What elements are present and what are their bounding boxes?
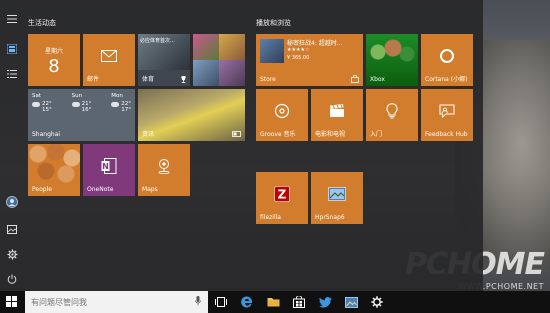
store-taskbar-icon[interactable] <box>292 295 306 309</box>
groove-music-icon <box>274 103 290 118</box>
calendar-weekday: 星期六 <box>44 48 63 55</box>
forecast-day-2-name: Sun <box>71 93 83 99</box>
all-apps-list-icon[interactable] <box>3 65 21 83</box>
hamburger-menu-icon[interactable] <box>3 10 21 28</box>
news-tile[interactable]: 资讯 <box>138 89 245 141</box>
hprsnap-tile-label: HprSnap6 <box>315 214 345 221</box>
shopping-bag-icon <box>351 75 359 83</box>
store-price: ¥ 365.00 <box>287 55 310 61</box>
cortana-tile[interactable]: Cortana (小娜) <box>421 34 473 86</box>
twitter-bird-icon[interactable] <box>318 295 332 309</box>
feedback-speech-icon <box>439 104 455 118</box>
windows-start-icon[interactable] <box>6 296 18 308</box>
photo-thumb-3 <box>193 60 219 86</box>
forecast-day-2: Sun 21° 16° <box>71 93 92 113</box>
map-pin-icon <box>158 158 170 174</box>
photo-thumb-2 <box>219 34 245 60</box>
store-app-thumbnail <box>260 39 284 63</box>
cloud-icon <box>111 101 120 107</box>
weather-tile[interactable]: Sat 22° 15° Sun 21° 16° Mon 22° 17° Shan… <box>28 89 135 141</box>
sports-tile-label: 体育 <box>142 76 155 83</box>
pinned-tiles-icon[interactable] <box>3 40 21 58</box>
forecast-day-1-name: Sat <box>32 93 42 99</box>
filezilla-tile-label: filezilla <box>260 214 281 221</box>
hprsnap-icon <box>328 187 346 201</box>
movies-tv-tile[interactable]: 电影和电视 <box>311 89 363 141</box>
sports-tile[interactable]: 必应体育首次... 体育 <box>138 34 190 86</box>
photos-live-tile[interactable] <box>193 34 245 86</box>
start-menu-rail <box>0 0 24 291</box>
news-tile-image <box>138 89 245 141</box>
cloud-icon <box>71 101 80 107</box>
search-input[interactable] <box>31 296 181 308</box>
forecast-day-1: Sat 22° 15° <box>32 93 52 113</box>
groove-tile[interactable]: Groove 音乐 <box>256 89 308 141</box>
get-started-tile-label: 入门 <box>370 131 383 138</box>
forecast-day-3-name: Mon <box>111 93 123 99</box>
xbox-tile[interactable]: Xbox <box>366 34 418 86</box>
filezilla-tile[interactable]: Z filezilla <box>256 172 308 224</box>
get-started-tile[interactable]: 入门 <box>366 89 418 141</box>
trophy-icon <box>180 76 187 83</box>
photo-thumb-1 <box>193 34 219 60</box>
store-tile-label: Store <box>260 76 276 83</box>
forecast-day-3: Mon 22° 17° <box>111 93 131 113</box>
calendar-tile[interactable]: 星期六 8 <box>28 34 80 86</box>
sports-headline: 必应体育首次... <box>140 38 175 44</box>
filezilla-icon: Z <box>274 186 290 202</box>
onenote-icon: N <box>101 157 117 174</box>
people-tile[interactable]: People <box>28 144 80 196</box>
forecast-day-3-low: 17° <box>121 107 131 113</box>
cloud-icon <box>32 101 40 107</box>
settings-taskbar-icon[interactable] <box>370 295 384 309</box>
maps-tile[interactable]: Maps <box>138 144 190 196</box>
store-headline: 秘密狂战4: 超越时... <box>287 40 343 47</box>
group-title-life: 生活动态 <box>28 19 56 27</box>
groove-tile-label: Groove 音乐 <box>260 131 296 138</box>
store-rating: ★★★★☆ <box>287 47 310 53</box>
svg-text:Z: Z <box>278 187 287 201</box>
photos-folder-icon[interactable] <box>3 220 21 238</box>
edge-browser-icon[interactable] <box>240 295 254 309</box>
feedback-hub-tile-label: Feedback Hub <box>425 131 468 138</box>
feedback-hub-tile[interactable]: Feedback Hub <box>421 89 473 141</box>
microphone-icon[interactable] <box>195 296 201 306</box>
people-tile-label: People <box>32 186 52 193</box>
taskbar <box>0 291 550 313</box>
weather-forecast: Sat 22° 15° Sun 21° 16° Mon 22° 17° <box>32 93 131 113</box>
user-avatar-icon[interactable] <box>3 193 21 211</box>
maps-tile-label: Maps <box>142 186 158 193</box>
mail-tile-label: 邮件 <box>87 76 100 83</box>
lightbulb-icon <box>386 103 398 119</box>
forecast-day-2-low: 16° <box>81 107 92 113</box>
cortana-ring-icon <box>440 48 454 63</box>
xbox-tile-label: Xbox <box>370 76 385 83</box>
news-tile-label: 资讯 <box>142 131 155 138</box>
mail-tile[interactable]: 邮件 <box>83 34 135 86</box>
forecast-day-1-low: 15° <box>42 107 52 113</box>
mail-icon <box>101 49 117 62</box>
cortana-tile-label: Cortana (小娜) <box>425 76 468 83</box>
group-title-play: 播放和浏览 <box>256 19 291 27</box>
task-view-icon[interactable] <box>214 295 228 309</box>
store-tile[interactable]: 秘密狂战4: 超越时... ★★★★☆ ¥ 365.00 Store <box>256 34 363 86</box>
hprsnap-tile[interactable]: HprSnap6 <box>311 172 363 224</box>
cortana-search-box[interactable] <box>25 291 208 313</box>
calendar-day: 8 <box>48 56 60 77</box>
file-explorer-icon[interactable] <box>266 295 280 309</box>
onenote-tile[interactable]: N OneNote <box>83 144 135 196</box>
weather-tile-label: Shanghai <box>32 131 61 138</box>
settings-gear-icon[interactable] <box>3 245 21 263</box>
onenote-tile-label: OneNote <box>87 186 114 193</box>
photo-thumb-4 <box>219 60 245 86</box>
clapperboard-icon <box>330 103 344 117</box>
svg-text:N: N <box>102 162 109 171</box>
news-icon <box>232 131 241 137</box>
movies-tv-tile-label: 电影和电视 <box>315 131 346 138</box>
photo-viewer-icon[interactable] <box>344 295 358 309</box>
power-icon[interactable] <box>3 270 21 288</box>
start-menu: 生活动态 播放和浏览 星期六 8 邮件 必应体育首次... 体育 Sat 22° <box>0 0 483 291</box>
